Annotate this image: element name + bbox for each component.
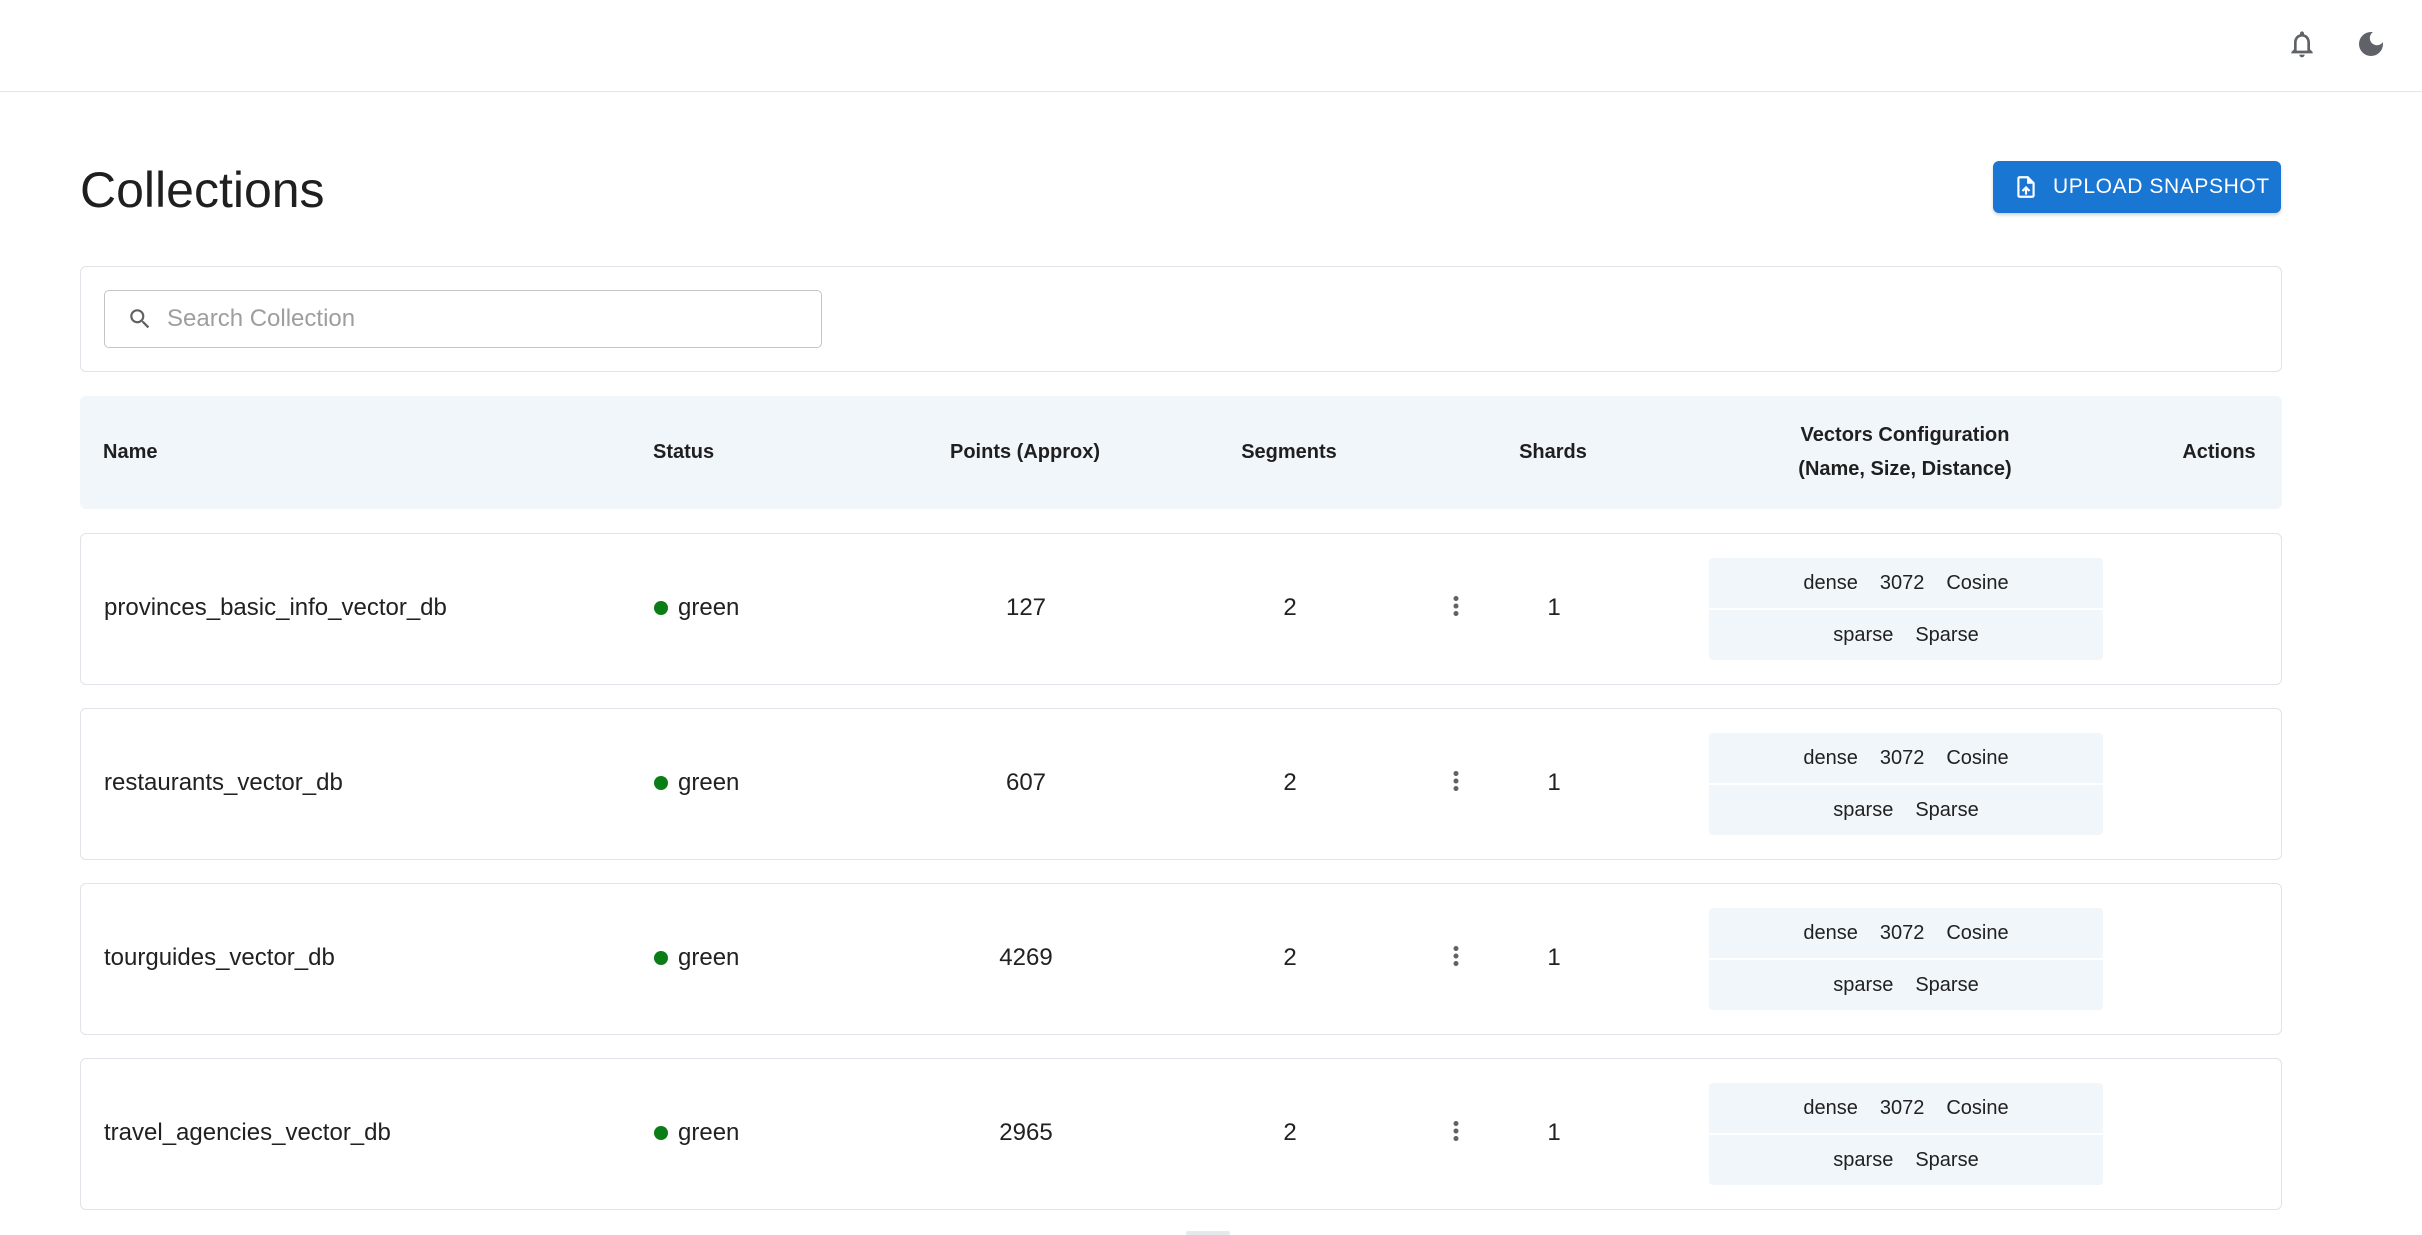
row-actions-button[interactable] [1428,1105,1484,1161]
vector-name: dense [1803,571,1858,594]
table-row[interactable]: restaurants_vector_db green 607 2 1 dens… [80,708,2282,860]
collection-name[interactable]: provinces_basic_info_vector_db [104,593,447,623]
column-header-points[interactable]: Points (Approx) [950,435,1100,469]
vector-name: dense [1803,746,1858,769]
search-input[interactable] [165,304,765,334]
column-header-vectors-subtitle: (Name, Size, Distance) [1798,458,2012,480]
shards-value: 1 [1547,769,1561,796]
vector-dense-row: dense 3072 Cosine [1709,558,2103,608]
vector-name: dense [1803,921,1858,944]
column-header-segments[interactable]: Segments [1241,435,1337,469]
vector-sparse-row: sparse Sparse [1709,1135,2103,1185]
row-actions-button[interactable] [1428,580,1484,636]
column-header-vectors: Vectors Configuration [1800,424,2010,446]
shards-value: 1 [1547,1119,1561,1146]
vector-dense-row: dense 3072 Cosine [1709,1083,2103,1133]
collection-name[interactable]: tourguides_vector_db [104,943,335,973]
vector-distance: Cosine [1946,571,2009,594]
vector-name: sparse [1833,623,1894,646]
vector-size: 3072 [1879,1096,1925,1119]
more-vert-icon [1441,591,1471,626]
segments-value: 2 [1283,944,1297,971]
search-field[interactable] [104,290,822,348]
more-vert-icon [1441,1116,1471,1151]
vector-dense-row: dense 3072 Cosine [1709,733,2103,783]
points-value: 4269 [999,944,1053,971]
column-header-actions: Actions [2182,441,2256,463]
shards-value: 1 [1547,594,1561,621]
table-row[interactable]: provinces_basic_info_vector_db green 127… [80,533,2282,685]
vector-size: 3072 [1879,746,1925,769]
top-app-bar [0,0,2422,92]
vector-distance: Sparse [1915,798,1979,821]
vector-name: sparse [1833,1148,1894,1171]
page-title: Collections [80,162,325,218]
more-vert-icon [1441,941,1471,976]
shards-value: 1 [1547,944,1561,971]
collection-name[interactable]: travel_agencies_vector_db [104,1118,391,1148]
collection-name[interactable]: restaurants_vector_db [104,768,343,798]
search-icon [127,306,153,332]
more-vert-icon [1441,766,1471,801]
column-header-shards[interactable]: Shards [1519,435,1587,469]
row-actions-button[interactable] [1428,930,1484,986]
theme-toggle-button[interactable] [2343,18,2399,74]
search-card [80,266,2282,372]
vector-distance: Sparse [1915,623,1979,646]
vector-distance: Sparse [1915,1148,1979,1171]
segments-value: 2 [1283,769,1297,796]
status-dot-icon [654,1126,668,1140]
table-row[interactable]: tourguides_vector_db green 4269 2 1 dens… [80,883,2282,1035]
column-header-status[interactable]: Status [653,435,714,469]
vector-distance: Cosine [1946,921,2009,944]
vector-sparse-row: sparse Sparse [1709,610,2103,660]
notifications-button[interactable] [2274,18,2330,74]
status-label: green [678,944,740,971]
segments-value: 2 [1283,594,1297,621]
vector-sparse-row: sparse Sparse [1709,785,2103,835]
vector-distance: Cosine [1946,1096,2009,1119]
status-cell: green [654,943,739,973]
vectors-config: dense 3072 Cosine sparse Sparse [1709,558,2103,660]
vector-distance: Sparse [1915,973,1979,996]
upload-snapshot-label: UPLOAD SNAPSHOT [2053,175,2270,198]
points-value: 2965 [999,1119,1053,1146]
column-header-name[interactable]: Name [103,435,157,469]
vectors-config: dense 3072 Cosine sparse Sparse [1709,908,2103,1010]
vector-name: dense [1803,1096,1858,1119]
status-label: green [678,769,740,796]
table-row[interactable]: travel_agencies_vector_db green 2965 2 1… [80,1058,2282,1210]
status-cell: green [654,1118,739,1148]
pagination-edge [1186,1231,1230,1235]
points-value: 607 [1005,769,1047,796]
status-dot-icon [654,951,668,965]
vector-size: 3072 [1879,571,1925,594]
status-label: green [678,1119,740,1146]
vectors-config: dense 3072 Cosine sparse Sparse [1709,1083,2103,1185]
status-cell: green [654,768,739,798]
vector-distance: Cosine [1946,746,2009,769]
vector-name: sparse [1833,798,1894,821]
upload-snapshot-button[interactable]: UPLOAD SNAPSHOT [1993,161,2281,213]
vector-name: sparse [1833,973,1894,996]
vector-size: 3072 [1879,921,1925,944]
status-dot-icon [654,776,668,790]
vector-dense-row: dense 3072 Cosine [1709,908,2103,958]
bell-icon [2286,28,2318,65]
status-dot-icon [654,601,668,615]
vector-sparse-row: sparse Sparse [1709,960,2103,1010]
status-cell: green [654,593,739,623]
segments-value: 2 [1283,1119,1297,1146]
row-actions-button[interactable] [1428,755,1484,811]
vectors-config: dense 3072 Cosine sparse Sparse [1709,733,2103,835]
points-value: 127 [1005,594,1047,621]
table-header: Name Status Points (Approx) Segments Sha… [80,396,2282,509]
moon-icon [2355,28,2387,65]
file-upload-icon [2013,174,2039,200]
status-label: green [678,594,740,621]
